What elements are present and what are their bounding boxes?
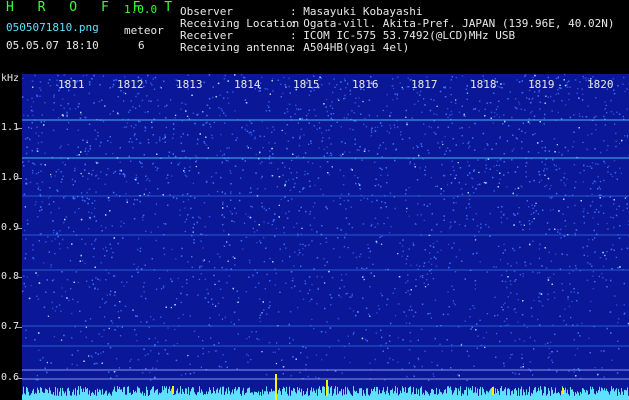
header: H R O F F T 1.0.0 0505071810.png 05.05.0…	[0, 0, 629, 70]
capture-datetime: 05.05.07 18:10	[6, 39, 99, 52]
meteor-count: 6	[138, 39, 145, 52]
y-axis-tick	[16, 378, 22, 379]
spectrogram-canvas	[22, 74, 629, 400]
spectrogram-plot	[22, 74, 629, 400]
time-label: 1818	[470, 78, 497, 91]
y-axis-tick	[16, 327, 22, 328]
time-label: 1820	[587, 78, 614, 91]
time-label: 1819	[528, 78, 555, 91]
time-label: 1812	[117, 78, 144, 91]
y-axis-tick	[16, 128, 22, 129]
antenna-label: Receiving antenna	[180, 41, 293, 54]
time-label: 1816	[352, 78, 379, 91]
time-label: 1815	[293, 78, 320, 91]
time-label: 1814	[234, 78, 261, 91]
meteor-label: meteor	[124, 24, 164, 37]
y-axis-tick	[16, 277, 22, 278]
y-axis-unit: kHz	[1, 73, 20, 84]
image-filename: 0505071810.png	[6, 21, 99, 34]
time-label: 1813	[176, 78, 203, 91]
y-axis-tick	[16, 228, 22, 229]
app-version: 1.0.0	[124, 3, 158, 16]
time-label: 1817	[411, 78, 438, 91]
antenna-value: : A504HB(yagi 4el)	[290, 41, 410, 54]
y-axis-tick	[16, 178, 22, 179]
time-label: 1811	[58, 78, 85, 91]
